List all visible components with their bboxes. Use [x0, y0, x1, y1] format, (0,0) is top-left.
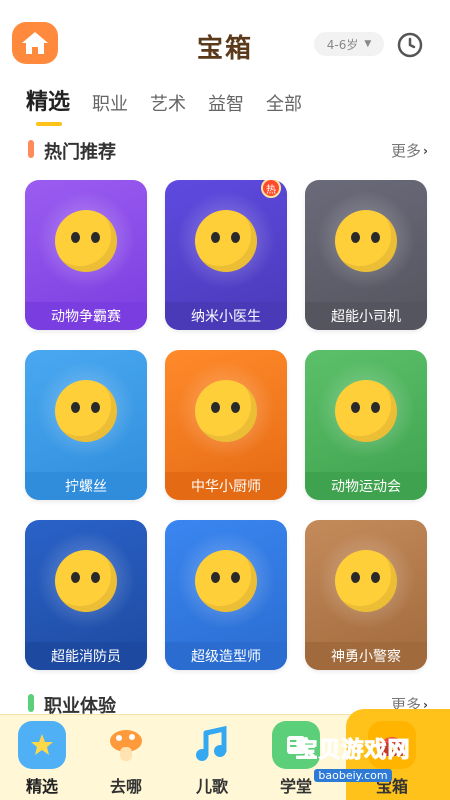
mascot-eye	[91, 572, 100, 583]
hot-section-header: 热门推荐 更多 ›	[28, 138, 428, 163]
game-card[interactable]: 神勇小警察	[305, 520, 427, 670]
game-card[interactable]: 拧螺丝	[25, 350, 147, 500]
game-card[interactable]: 热纳米小医生	[165, 180, 287, 330]
more-label: 更多	[391, 142, 422, 160]
game-card-label: 动物运动会	[305, 472, 427, 500]
mascot-illustration	[195, 380, 257, 442]
age-filter-value: 4-6岁	[326, 37, 359, 52]
game-card-label: 中华小厨师	[165, 472, 287, 500]
mascot-eye	[91, 402, 100, 413]
history-button[interactable]	[396, 31, 424, 59]
star-icon	[18, 721, 66, 769]
mascot-illustration	[195, 210, 257, 272]
section-accent-bar	[28, 140, 34, 158]
game-card[interactable]: 中华小厨师	[165, 350, 287, 500]
mascot-illustration	[55, 210, 117, 272]
mascot-eye	[371, 402, 380, 413]
game-card-label: 纳米小医生	[165, 302, 287, 330]
nav-treasure[interactable]: 宝箱	[352, 721, 432, 797]
game-card-label: 拧螺丝	[25, 472, 147, 500]
mascot-eye	[211, 232, 220, 243]
tab-puzzle[interactable]: 益智	[208, 90, 244, 122]
book-icon	[272, 721, 320, 769]
clock-icon	[397, 32, 423, 58]
nav-songs-label: 儿歌	[195, 777, 228, 796]
tab-art[interactable]: 艺术	[150, 90, 186, 122]
mascot-eye	[351, 232, 360, 243]
mascot-eye	[371, 232, 380, 243]
nav-treasure-label: 宝箱	[375, 777, 408, 796]
nav-explore-label: 去哪	[109, 777, 142, 796]
hot-section-title: 热门推荐	[44, 142, 116, 163]
game-card-label: 动物争霸赛	[25, 302, 147, 330]
mascot-illustration	[335, 550, 397, 612]
game-card[interactable]: 超能小司机	[305, 180, 427, 330]
game-card-label: 神勇小警察	[305, 642, 427, 670]
mascot-eye	[91, 232, 100, 243]
chevron-right-icon: ›	[423, 143, 428, 158]
mascot-eye	[231, 232, 240, 243]
mascot-illustration	[195, 550, 257, 612]
game-card[interactable]: 动物运动会	[305, 350, 427, 500]
music-note-icon	[188, 721, 236, 769]
mascot-eye	[351, 572, 360, 583]
mascot-eye	[231, 402, 240, 413]
tab-career[interactable]: 职业	[92, 90, 128, 122]
nav-featured[interactable]: 精选	[2, 721, 82, 797]
nav-explore[interactable]: 去哪	[86, 721, 166, 797]
tab-featured[interactable]: 精选	[26, 84, 70, 126]
game-card-label: 超能小司机	[305, 302, 427, 330]
tab-all[interactable]: 全部	[266, 90, 302, 122]
nav-school-label: 学堂	[279, 777, 312, 796]
nav-school[interactable]: 学堂	[256, 721, 336, 797]
mascot-illustration	[55, 380, 117, 442]
mascot-eye	[71, 232, 80, 243]
nav-songs[interactable]: 儿歌	[172, 721, 252, 797]
game-card[interactable]: 超级造型师	[165, 520, 287, 670]
mascot-eye	[211, 572, 220, 583]
mascot-illustration	[335, 380, 397, 442]
treasure-box-icon	[368, 721, 416, 769]
category-tabs: 精选 职业 艺术 益智 全部	[26, 84, 302, 126]
section-accent-bar	[28, 694, 34, 712]
game-grid: 动物争霸赛热纳米小医生 超能小司机拧螺丝 中华小厨师 动物运动会超能消防员 超级造型师神…	[25, 180, 427, 670]
mascot-illustration	[55, 550, 117, 612]
game-card-label: 超级造型师	[165, 642, 287, 670]
mascot-eye	[211, 402, 220, 413]
game-card-label: 超能消防员	[25, 642, 147, 670]
age-filter-dropdown[interactable]: 4-6岁 ▼	[314, 32, 384, 56]
mascot-eye	[71, 572, 80, 583]
bottom-nav: 精选 去哪 儿歌 学堂 宝箱	[0, 709, 450, 800]
mascot-eye	[231, 572, 240, 583]
nav-featured-label: 精选	[25, 777, 58, 796]
header: 宝箱 4-6岁 ▼	[0, 0, 450, 80]
game-card[interactable]: 超能消防员	[25, 520, 147, 670]
hot-more-link[interactable]: 更多 ›	[391, 140, 428, 161]
mascot-illustration	[335, 210, 397, 272]
mascot-eye	[71, 402, 80, 413]
mascot-eye	[351, 402, 360, 413]
chevron-down-icon: ▼	[364, 39, 372, 49]
mushroom-icon	[102, 721, 150, 769]
mascot-eye	[371, 572, 380, 583]
game-card[interactable]: 动物争霸赛	[25, 180, 147, 330]
